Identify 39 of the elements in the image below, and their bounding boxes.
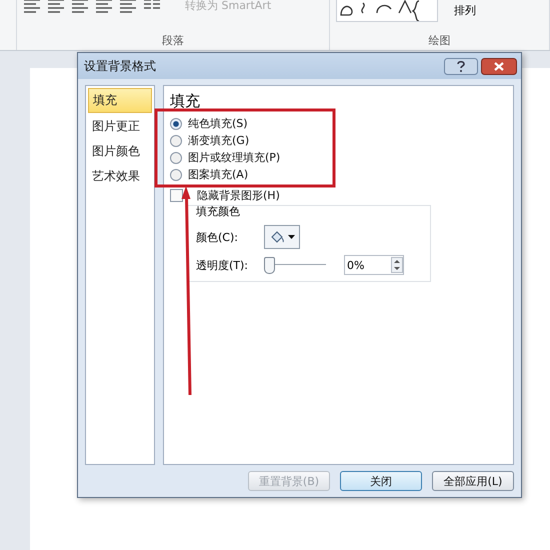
nav-item[interactable]: 图片更正	[88, 115, 152, 138]
arrange-button[interactable]: 排列	[454, 2, 476, 18]
spin-arrows-icon[interactable]	[391, 257, 403, 273]
dialog-button[interactable]: 关闭	[340, 471, 422, 491]
radio-label[interactable]: 图案填充(A)	[188, 167, 248, 182]
align-icon[interactable]	[47, 0, 65, 12]
radio-label[interactable]: 图片或纹理填充(P)	[188, 150, 280, 165]
radio-button[interactable]	[170, 168, 182, 180]
dropdown-arrow-icon	[288, 235, 295, 239]
slider-thumb[interactable]	[264, 257, 275, 274]
group-label: 绘图	[428, 33, 450, 48]
group-title: 填充颜色	[196, 204, 241, 219]
checkbox[interactable]	[170, 189, 183, 202]
radio-button[interactable]	[170, 134, 182, 146]
align-icon[interactable]	[119, 0, 137, 12]
align-icon[interactable]	[71, 0, 89, 12]
transparency-label: 透明度(T):	[196, 258, 250, 272]
transparency-field[interactable]: 0%	[344, 255, 404, 275]
radio-label[interactable]: 纯色填充(S)	[188, 116, 248, 131]
nav-item[interactable]: 图片颜色	[88, 140, 152, 163]
checkbox-label[interactable]: 隐藏背景图形(H)	[197, 188, 280, 203]
align-icon[interactable]	[23, 0, 41, 12]
radio-label[interactable]: 渐变填充(G)	[188, 133, 250, 148]
nav-item[interactable]: 填充	[88, 88, 152, 113]
close-icon[interactable]	[481, 58, 517, 74]
section-heading: 填充	[170, 92, 201, 111]
dialog-button[interactable]: 全部应用(L)	[432, 471, 514, 491]
paint-bucket-icon	[269, 230, 285, 244]
nav-item[interactable]: 艺术效果	[88, 165, 152, 188]
radio-button[interactable]	[170, 118, 182, 130]
shapes-gallery-icon[interactable]	[336, 0, 438, 22]
window-title: 设置背景格式	[84, 58, 157, 74]
align-icon[interactable]	[95, 0, 113, 12]
help-icon[interactable]	[444, 58, 478, 74]
color-label: 颜色(C):	[196, 230, 239, 244]
color-picker-button[interactable]	[264, 225, 300, 249]
radio-button[interactable]	[170, 152, 182, 164]
group-label: 段落	[162, 33, 184, 48]
transparency-slider[interactable]	[264, 256, 326, 274]
